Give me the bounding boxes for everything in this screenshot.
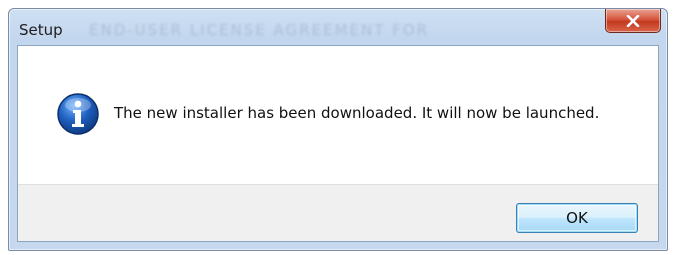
button-bar: OK: [18, 184, 658, 241]
setup-dialog-window: Setup END-USER LICENSE AGREEMENT FOR The…: [8, 8, 668, 251]
window-title: Setup: [19, 21, 63, 39]
dialog-client-area: The new installer has been downloaded. I…: [17, 45, 659, 242]
close-button[interactable]: [605, 9, 661, 33]
info-icon: [56, 92, 100, 136]
background-window-title: END-USER LICENSE AGREEMENT FOR: [89, 21, 429, 39]
message-area: The new installer has been downloaded. I…: [18, 46, 658, 184]
ok-button[interactable]: OK: [516, 203, 638, 233]
close-icon: [626, 14, 640, 27]
title-bar[interactable]: Setup END-USER LICENSE AGREEMENT FOR: [9, 9, 667, 45]
dialog-message: The new installer has been downloaded. I…: [114, 104, 600, 122]
